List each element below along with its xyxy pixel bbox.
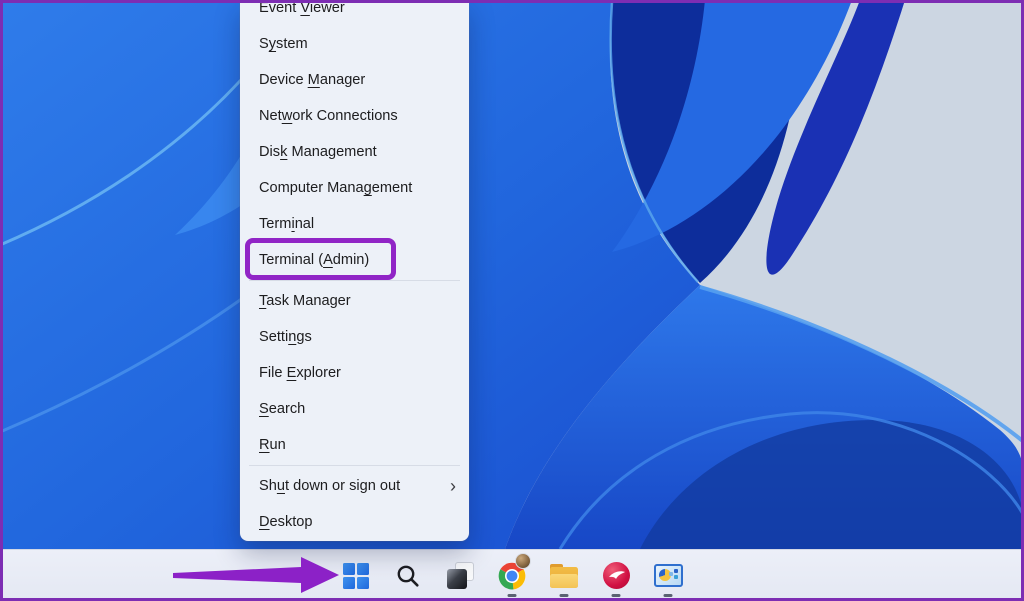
menu-item-search[interactable]: Search (240, 391, 469, 427)
windows-11-desktop: Event Viewer System Device Manager Netwo… (0, 0, 1024, 601)
task-view-icon (447, 562, 474, 589)
menu-item-run[interactable]: Run (240, 427, 469, 463)
menu-item-network-connections[interactable]: Network Connections (240, 98, 469, 134)
running-indicator (508, 594, 517, 597)
running-indicator (560, 594, 569, 597)
menu-item-task-manager[interactable]: Task Manager (240, 283, 469, 319)
start-button[interactable] (334, 552, 378, 600)
menu-item-desktop[interactable]: Desktop (240, 504, 469, 540)
monitor-pie-chart-icon (654, 564, 683, 587)
menu-item-shut-down-or-sign-out[interactable]: Shut down or sign out › (240, 468, 469, 504)
submenu-chevron-icon: › (450, 468, 456, 504)
file-explorer-app-button[interactable] (542, 552, 586, 600)
folder-icon (550, 564, 578, 588)
menu-item-event-viewer[interactable]: Event Viewer (240, 0, 469, 26)
display-stats-app-button[interactable] (646, 552, 690, 600)
search-icon (395, 563, 421, 589)
search-button[interactable] (386, 552, 430, 600)
taskbar-icon-group (334, 552, 690, 600)
windows-logo-icon (343, 563, 369, 589)
taskbar (0, 549, 1024, 601)
menu-item-settings[interactable]: Settings (240, 319, 469, 355)
red-round-app-button[interactable] (594, 552, 638, 600)
running-indicator (612, 594, 621, 597)
running-indicator (664, 594, 673, 597)
red-circle-app-icon (603, 562, 630, 589)
winx-menu-list: Event Viewer System Device Manager Netwo… (240, 0, 469, 540)
menu-item-terminal-admin[interactable]: Terminal (Admin) (240, 242, 469, 278)
menu-item-disk-management[interactable]: Disk Management (240, 134, 469, 170)
menu-item-system[interactable]: System (240, 26, 469, 62)
winx-menu: Event Viewer System Device Manager Netwo… (240, 0, 469, 541)
task-view-button[interactable] (438, 552, 482, 600)
chrome-app-button[interactable] (490, 552, 534, 600)
menu-item-device-manager[interactable]: Device Manager (240, 62, 469, 98)
profile-avatar (515, 553, 531, 569)
menu-item-file-explorer[interactable]: File Explorer (240, 355, 469, 391)
desktop-wallpaper (0, 0, 1024, 549)
menu-item-terminal[interactable]: Terminal (240, 206, 469, 242)
menu-item-computer-management[interactable]: Computer Management (240, 170, 469, 206)
